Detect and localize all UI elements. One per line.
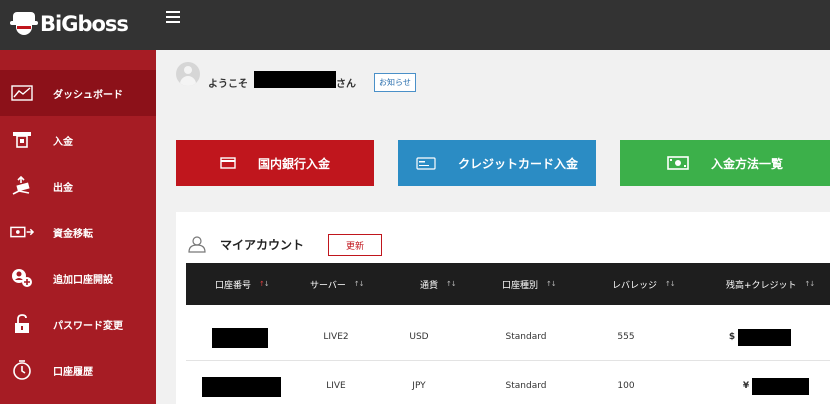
sidebar-item-add-account[interactable]: 追加口座開設 — [0, 255, 156, 301]
redacted-account-number — [212, 328, 268, 348]
cell-leverage: 100 — [617, 381, 635, 391]
credit-card-deposit-button[interactable]: クレジットカード入金 — [398, 140, 596, 186]
brand-name: BiGboss — [40, 12, 129, 36]
bank-deposit-button[interactable]: 国内銀行入金 — [176, 140, 374, 186]
avatar — [176, 62, 200, 86]
sidebar-item-dashboard[interactable]: ダッシュボード — [0, 70, 156, 116]
cell-account-type: Standard — [505, 332, 547, 342]
add-user-icon — [10, 268, 34, 288]
panel-title: マイアカウント — [220, 238, 305, 252]
cell-currency: JPY — [412, 381, 426, 391]
sidebar-item-password[interactable]: パスワード変更 — [0, 301, 156, 347]
sidebar-item-label: 入金 — [53, 136, 73, 148]
cell-leverage: 555 — [617, 332, 635, 342]
column-header-server[interactable]: サーバー ↑↓ — [310, 263, 365, 305]
sort-icon: ↑↓ — [353, 280, 365, 288]
column-header-balance-credit[interactable]: 残高+クレジット ↑↓ — [726, 263, 816, 305]
sidebar-item-label: 資金移転 — [53, 228, 93, 240]
atm-deposit-icon — [10, 130, 34, 150]
sidebar-item-label: 追加口座開設 — [53, 274, 113, 286]
sort-icon: ↑↓ — [665, 280, 676, 288]
credit-card-deposit-label: クレジットカード入金 — [457, 156, 578, 171]
sort-icon: ↑↓ — [259, 280, 270, 288]
sidebar-item-label: 出金 — [53, 182, 73, 194]
column-header-currency[interactable]: 通貨 ↑↓ — [420, 263, 457, 305]
deposit-methods-label: 入金方法一覧 — [710, 156, 783, 171]
cell-account-type: Standard — [505, 381, 547, 391]
notice-button[interactable]: お知らせ — [374, 73, 416, 92]
brand-logo[interactable]: BiGboss — [10, 4, 129, 44]
sidebar-item-label: ダッシュボード — [53, 89, 123, 101]
sort-icon: ↑↓ — [446, 280, 457, 288]
card-icon — [416, 156, 436, 170]
money-transfer-icon — [10, 222, 34, 242]
sidebar-item-history[interactable]: 口座履歴 — [0, 347, 156, 393]
top-bar: BiGboss — [0, 0, 830, 50]
welcome-suffix: さん — [336, 79, 356, 90]
cell-server: LIVE — [326, 381, 346, 391]
cell-server: LIVE2 — [323, 332, 349, 342]
cell-currency: USD — [409, 332, 429, 342]
redacted-username — [254, 71, 336, 88]
boss-hat-icon — [10, 11, 38, 37]
hamburger-menu-icon[interactable] — [166, 10, 180, 24]
welcome-bar — [176, 62, 200, 86]
sort-icon: ↑↓ — [804, 280, 816, 288]
credit-card-icon — [220, 157, 236, 169]
refresh-button[interactable]: 更新 — [328, 234, 382, 256]
redacted-balance — [738, 329, 791, 346]
sidebar-item-label: 口座履歴 — [53, 366, 93, 378]
history-clock-icon — [10, 360, 34, 380]
sort-icon: ↑↓ — [546, 280, 557, 288]
cell-currency-symbol: $ — [728, 332, 736, 342]
redacted-balance — [752, 378, 809, 395]
column-header-account-number[interactable]: 口座番号 ↑↓ — [215, 263, 270, 305]
bank-deposit-label: 国内銀行入金 — [257, 156, 330, 171]
sidebar: ダッシュボード 入金 出金 資金移転 追加口座開設 パスワード変更 口座履歴 — [0, 50, 156, 404]
welcome-prefix: ようこそ — [208, 79, 248, 90]
sidebar-item-deposit[interactable]: 入金 — [0, 117, 156, 163]
sidebar-item-withdraw[interactable]: 出金 — [0, 163, 156, 209]
accounts-table-header: 口座番号 ↑↓ サーバー ↑↓ 通貨 ↑↓ 口座種別 ↑↓ レバレッジ ↑↓ 残… — [186, 263, 830, 305]
chart-line-icon — [10, 83, 34, 103]
redacted-account-number — [202, 377, 281, 397]
main-content: ようこそ さん お知らせ 国内銀行入金 クレジットカード入金 入金方法一覧 マイ… — [156, 50, 830, 404]
user-outline-icon — [188, 235, 206, 253]
hand-money-icon — [10, 176, 34, 196]
deposit-methods-button[interactable]: 入金方法一覧 — [620, 140, 830, 186]
column-header-account-type[interactable]: 口座種別 ↑↓ — [502, 263, 557, 305]
my-account-panel: マイアカウント 更新 口座番号 ↑↓ サーバー ↑↓ 通貨 ↑↓ 口座種別 ↑↓… — [176, 212, 830, 404]
unlock-icon — [10, 314, 34, 334]
sidebar-item-transfer[interactable]: 資金移転 — [0, 209, 156, 255]
cell-currency-symbol: ¥ — [742, 381, 750, 391]
table-row[interactable]: LIVE2 USD Standard 555 $ — [186, 313, 830, 361]
column-header-leverage[interactable]: レバレッジ ↑↓ — [612, 263, 676, 305]
table-row[interactable]: LIVE JPY Standard 100 ¥ — [186, 362, 830, 404]
cash-icon — [667, 156, 689, 170]
sidebar-item-label: パスワード変更 — [53, 320, 123, 332]
